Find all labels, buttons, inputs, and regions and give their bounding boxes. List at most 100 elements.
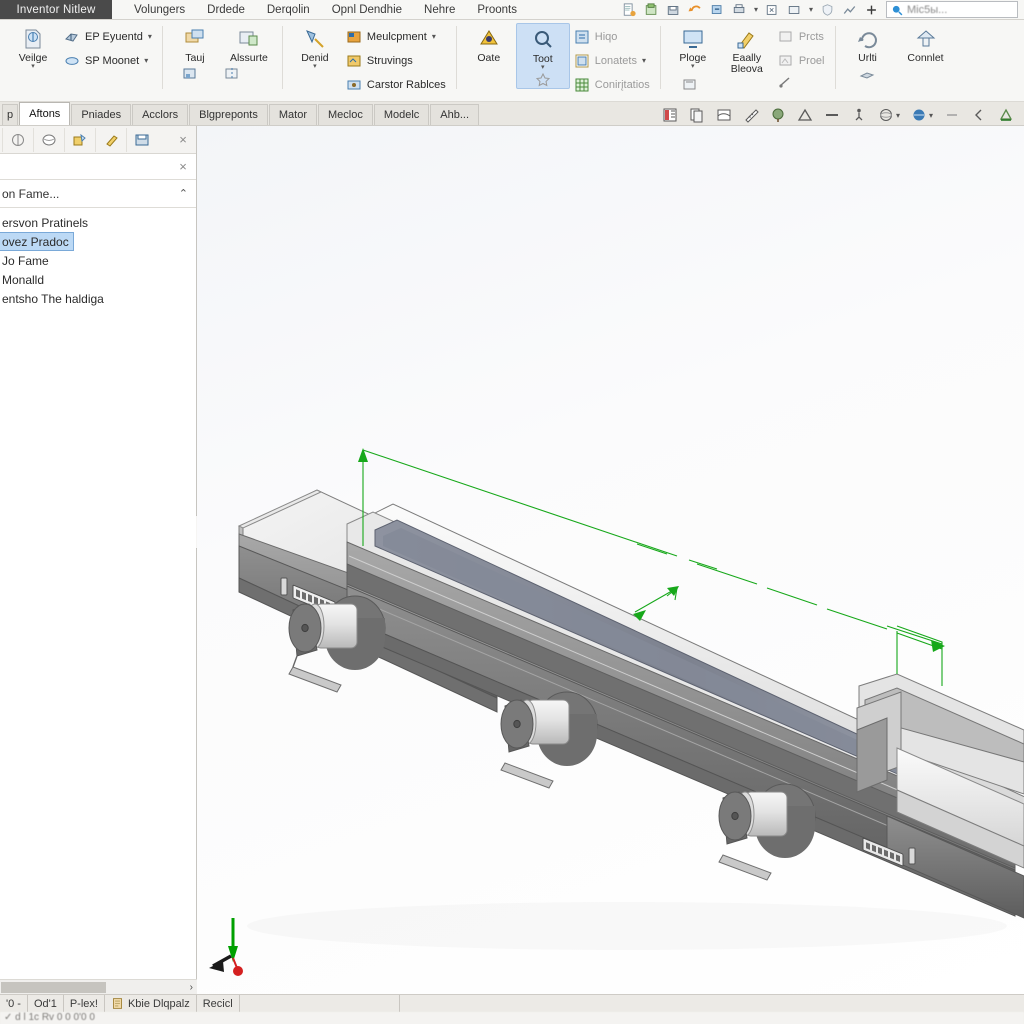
ribbon-button-meulcpment[interactable]: Meulcpment ▾ xyxy=(342,26,450,47)
ribbon-tab-acclors[interactable]: Acclors xyxy=(132,104,189,125)
menu-item-1[interactable]: Drdede xyxy=(207,4,245,16)
ribbon-button-tauj[interactable]: Tauj xyxy=(168,23,222,64)
save-view-icon-button[interactable] xyxy=(126,127,156,152)
chevron-down-icon[interactable]: ▾ xyxy=(148,32,152,41)
select-icon[interactable] xyxy=(765,3,780,17)
menu-item-3[interactable]: Opnl Dendhie xyxy=(332,4,402,16)
ribbon-button-connlet[interactable]: Connlet xyxy=(895,23,957,64)
ribbon-button-ploge[interactable]: Ploge ▾ xyxy=(666,23,720,75)
ribbon-tab-modelc[interactable]: Modelc xyxy=(373,104,430,125)
dash-icon[interactable] xyxy=(944,107,960,123)
flag-icon[interactable] xyxy=(682,77,698,93)
scroll-right-arrow-icon[interactable]: › xyxy=(190,982,197,993)
chevron-down-icon[interactable]: ▾ xyxy=(896,111,900,120)
ribbon-button-hiqo[interactable]: Hiqo xyxy=(570,26,654,47)
ribbon-button-veilge[interactable]: Veilge ▾ xyxy=(6,23,60,70)
roller-assembly-3[interactable] xyxy=(718,783,816,881)
search-input[interactable]: Mic5ы... xyxy=(886,1,1018,18)
close-icon[interactable]: × xyxy=(170,132,196,147)
status-cell-5[interactable] xyxy=(240,995,400,1012)
menu-item-4[interactable]: Nehre xyxy=(424,4,455,16)
ribbon-tab-mator[interactable]: Mator xyxy=(268,104,317,125)
new-icon[interactable] xyxy=(622,2,637,17)
ribbon-button-carstor-rablces[interactable]: Carstor Rablces xyxy=(342,74,450,95)
menu-item-5[interactable]: Proonts xyxy=(477,4,517,16)
triad-icon[interactable] xyxy=(797,107,813,123)
chevron-down-icon[interactable]: ▾ xyxy=(642,56,646,65)
status-cell-3[interactable]: Kbie Dlqpalz xyxy=(105,995,197,1012)
ribbon-button-eaally-bleova[interactable]: Eaally Bleova xyxy=(720,23,774,75)
scrollbar-thumb[interactable] xyxy=(1,981,106,993)
cad-model-canvas[interactable] xyxy=(197,126,1024,994)
browser-header[interactable]: on Fame... ⌃ xyxy=(0,180,196,208)
orbit-icon[interactable] xyxy=(878,107,894,123)
slice-icon[interactable] xyxy=(716,107,732,123)
menu-item-2[interactable]: Derqolin xyxy=(267,4,310,16)
appearance-globe-icon[interactable] xyxy=(911,107,927,123)
chevron-down-icon[interactable]: ▾ xyxy=(313,63,317,70)
status-cell-0[interactable]: '0 - xyxy=(0,995,28,1012)
chevron-down-icon[interactable]: ▾ xyxy=(31,63,35,70)
model-icon-button[interactable] xyxy=(33,127,63,152)
measure-small-icon[interactable] xyxy=(777,74,793,90)
tree-node-4[interactable]: entsho The haldiga xyxy=(0,289,196,308)
ribbon-button-ep-eyuentd[interactable]: EP Eyuentd ▾ xyxy=(60,26,156,47)
human-scale-icon[interactable] xyxy=(851,107,867,123)
status-cell-4[interactable]: Recicl xyxy=(197,995,240,1012)
chevron-down-icon[interactable]: ▾ xyxy=(929,111,933,120)
filter-icon-button[interactable] xyxy=(2,127,32,152)
status-cell-1[interactable]: Od'1 xyxy=(28,995,64,1012)
tree-node-1-selected[interactable]: ovez Pradoc xyxy=(0,232,74,251)
ribbon-button-urlti[interactable]: Urlti xyxy=(841,23,895,64)
ribbon-button-struvings[interactable]: Struvings xyxy=(342,50,450,71)
browser-horizontal-scrollbar[interactable]: › xyxy=(0,979,197,994)
environment-icon[interactable] xyxy=(770,107,786,123)
ribbon-tab-stub[interactable]: p xyxy=(2,104,19,125)
ribbon-button-proel[interactable]: Proel xyxy=(774,50,829,71)
chevron-down-icon[interactable]: ▾ xyxy=(754,5,758,14)
measure-rule-icon[interactable] xyxy=(743,107,759,123)
document-tab[interactable]: Inventor Nitlew xyxy=(0,0,112,19)
plus-icon[interactable] xyxy=(864,3,879,17)
favorite-icon[interactable] xyxy=(535,72,551,88)
minus-icon[interactable] xyxy=(824,107,840,123)
ribbon-button-prcts[interactable]: Prcts xyxy=(774,26,829,47)
ribbon-button-denid[interactable]: Denid ▾ xyxy=(288,23,342,70)
redo-icon[interactable] xyxy=(710,3,725,17)
view-cube-icon[interactable] xyxy=(662,107,678,123)
ground-plane-icon[interactable] xyxy=(998,107,1014,123)
hand-icon[interactable] xyxy=(859,66,875,82)
ribbon-tab-aftons[interactable]: Aftons xyxy=(19,102,71,125)
paint-icon-button[interactable] xyxy=(64,127,94,152)
back-icon[interactable] xyxy=(971,107,987,123)
ribbon-button-lonatets[interactable]: Lonatets ▾ xyxy=(570,50,654,71)
ribbon-tab-mecloc[interactable]: Mecloc xyxy=(317,104,373,125)
ribbon-button-alssurte[interactable]: Alssurte xyxy=(222,23,276,64)
ribbon-button-sp-moonet[interactable]: SP Moonet ▾ xyxy=(60,50,156,71)
tree-node-3[interactable]: Monalld xyxy=(0,270,196,289)
graphics-viewport[interactable] xyxy=(197,126,1024,994)
highlight-icon-button[interactable] xyxy=(95,127,125,152)
chevron-down-icon[interactable]: ▾ xyxy=(541,64,545,71)
ribbon-tab-blgpreponts[interactable]: Blgpreponts xyxy=(189,104,268,125)
tree-node-0[interactable]: ersvon Pratinels xyxy=(0,213,196,232)
pattern-icon[interactable] xyxy=(182,66,198,82)
print-icon[interactable] xyxy=(732,3,747,17)
analyze-icon[interactable] xyxy=(842,3,857,17)
status-cell-2[interactable]: P-lex! xyxy=(64,995,105,1012)
copy-view-icon[interactable] xyxy=(689,107,705,123)
roller-assembly-1[interactable] xyxy=(288,595,386,693)
chevron-down-icon[interactable]: ▾ xyxy=(432,32,436,41)
chevron-down-icon-2[interactable]: ▾ xyxy=(809,5,813,14)
chevron-down-icon[interactable]: ▾ xyxy=(144,56,148,65)
ribbon-tab-more[interactable]: Ahb... xyxy=(430,104,480,125)
roller-assembly-2[interactable] xyxy=(500,691,598,789)
chevron-down-icon[interactable]: ▾ xyxy=(691,63,695,70)
save-icon[interactable] xyxy=(666,3,681,17)
ribbon-tab-pniades[interactable]: Pniades xyxy=(71,104,132,125)
mirror-icon[interactable] xyxy=(224,66,240,82)
ribbon-button-conirtatios[interactable]: Conirįtatios xyxy=(570,74,654,95)
ribbon-button-oate[interactable]: Oate xyxy=(462,23,516,64)
close-icon-secondary[interactable]: × xyxy=(170,159,196,174)
undo-icon[interactable] xyxy=(688,3,703,17)
